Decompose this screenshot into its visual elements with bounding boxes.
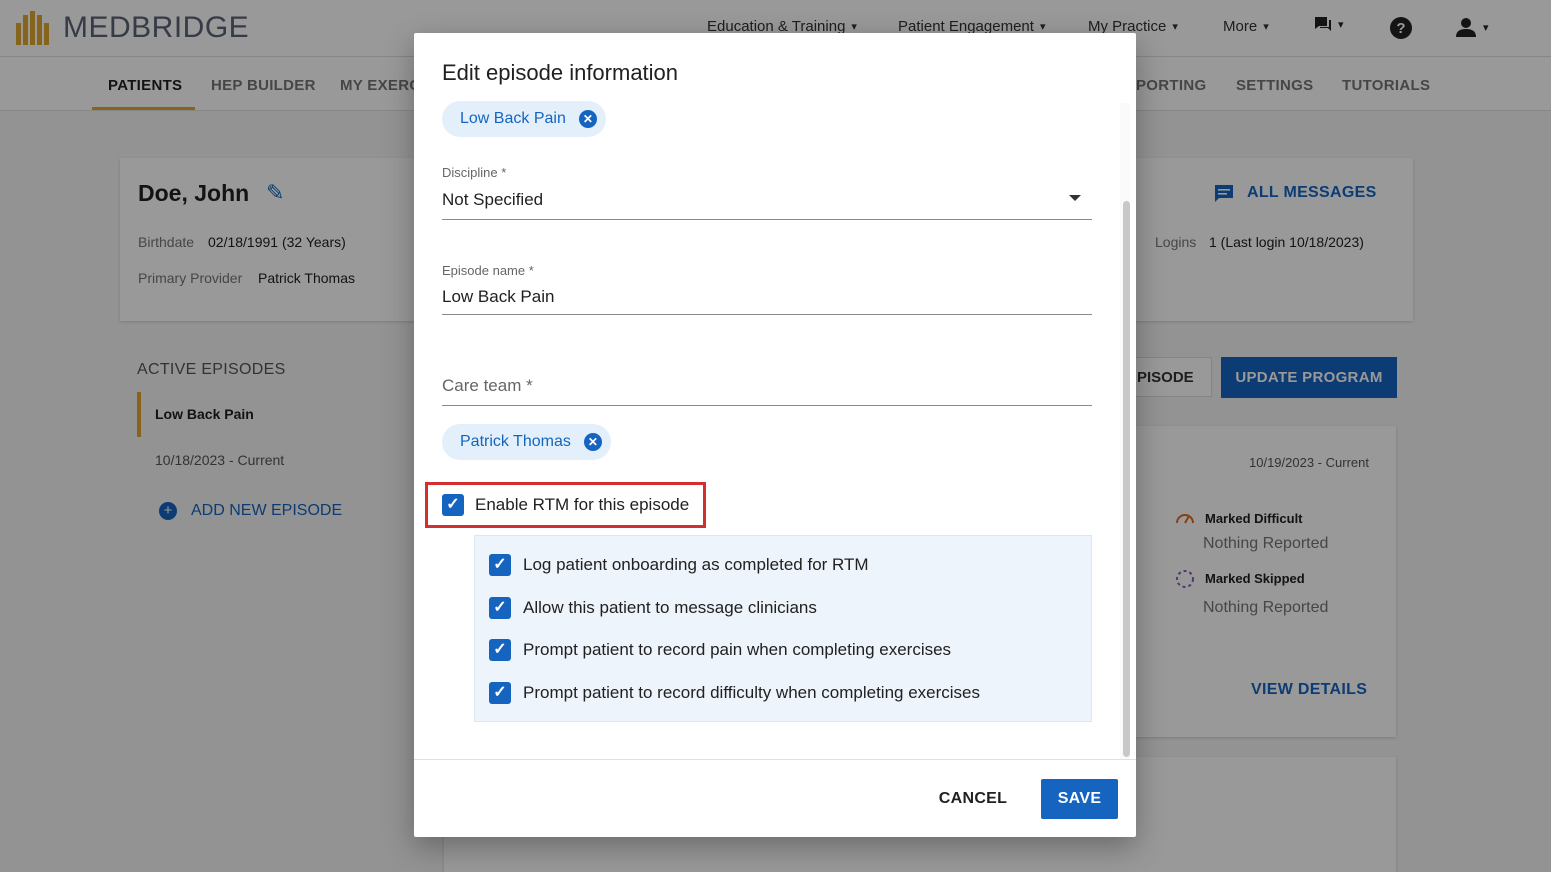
- cancel-button[interactable]: CANCEL: [930, 779, 1016, 819]
- rtm-options-panel: ✓ Log patient onboarding as completed fo…: [474, 535, 1092, 722]
- rtm-option-label: Log patient onboarding as completed for …: [523, 555, 869, 574]
- rtm-option-messaging[interactable]: ✓ Allow this patient to message clinicia…: [489, 597, 817, 619]
- discipline-value: Not Specified: [442, 190, 544, 209]
- rtm-option-label: Prompt patient to record difficulty when…: [523, 683, 981, 702]
- checkbox-checked-icon: ✓: [489, 682, 511, 704]
- episode-name-input[interactable]: Low Back Pain: [442, 283, 1092, 313]
- discipline-label: Discipline *: [442, 165, 507, 180]
- rtm-option-label: Prompt patient to record pain when compl…: [523, 640, 952, 659]
- enable-rtm-checkbox[interactable]: ✓ Enable RTM for this episode: [442, 494, 689, 516]
- rtm-option-difficulty[interactable]: ✓ Prompt patient to record difficulty wh…: [489, 682, 980, 704]
- care-team-label: Care team *: [442, 376, 533, 395]
- enable-rtm-label: Enable RTM for this episode: [475, 495, 690, 514]
- discipline-underline: [442, 219, 1092, 220]
- episode-name-value: Low Back Pain: [442, 287, 555, 306]
- checkbox-checked-icon: ✓: [489, 554, 511, 576]
- condition-chip: Low Back Pain ✕: [442, 101, 606, 137]
- checkbox-checked-icon: ✓: [489, 639, 511, 661]
- scrollbar-thumb[interactable]: [1123, 201, 1130, 757]
- checkbox-checked-icon: ✓: [489, 597, 511, 619]
- rtm-option-label: Allow this patient to message clinicians: [523, 598, 817, 617]
- condition-chip-label: Low Back Pain: [460, 110, 566, 127]
- dropdown-arrow-icon: [1069, 195, 1081, 201]
- rtm-option-pain[interactable]: ✓ Prompt patient to record pain when com…: [489, 639, 951, 661]
- rtm-option-onboarding[interactable]: ✓ Log patient onboarding as completed fo…: [489, 554, 869, 576]
- dialog-footer-divider: [414, 759, 1136, 760]
- discipline-select[interactable]: Not Specified: [442, 185, 1092, 219]
- care-team-underline: [442, 405, 1092, 406]
- care-team-chip: Patrick Thomas ✕: [442, 424, 611, 460]
- care-team-input[interactable]: Care team *: [442, 368, 1092, 404]
- episode-name-label: Episode name *: [442, 263, 534, 278]
- dialog-title: Edit episode information: [442, 60, 679, 85]
- close-icon[interactable]: ✕: [583, 433, 602, 451]
- close-icon[interactable]: ✕: [578, 110, 597, 128]
- save-button[interactable]: SAVE: [1041, 779, 1118, 819]
- checkbox-checked-icon: ✓: [442, 494, 464, 516]
- care-team-chip-label: Patrick Thomas: [460, 433, 571, 450]
- edit-episode-dialog: Edit episode information Low Back Pain ✕…: [414, 33, 1136, 837]
- episode-name-underline: [442, 314, 1092, 315]
